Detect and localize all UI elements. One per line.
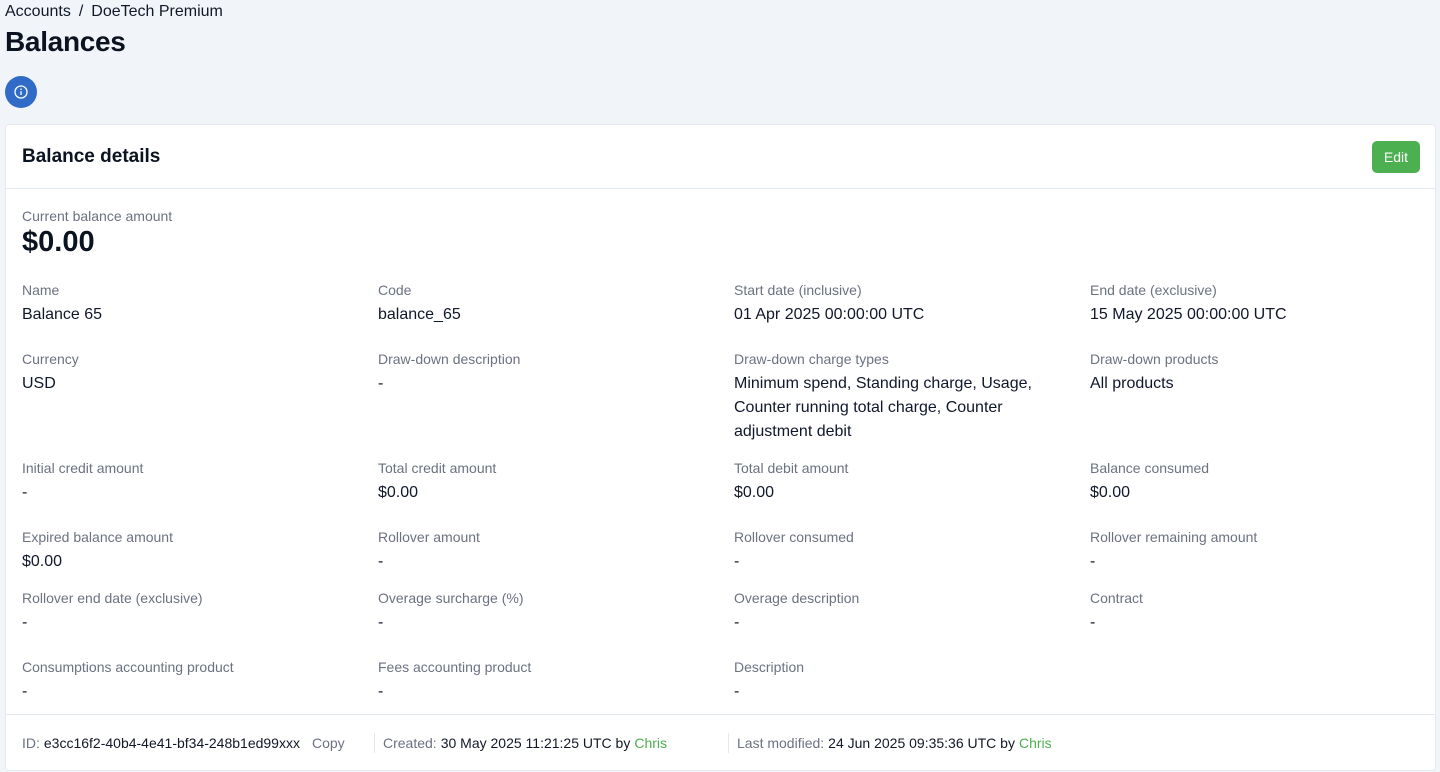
field-consumptions-product: Consumptions accounting product - bbox=[22, 658, 352, 704]
field-value: $0.00 bbox=[734, 484, 775, 501]
current-balance: Current balance amount $0.00 bbox=[22, 208, 172, 259]
field-label: Description bbox=[734, 659, 805, 675]
field-value: - bbox=[378, 683, 384, 700]
field-label: Total debit amount bbox=[734, 460, 849, 476]
current-balance-amount: $0.00 bbox=[22, 226, 95, 258]
field-rollover-remaining: Rollover remaining amount - bbox=[1090, 528, 1420, 574]
id-label: ID: bbox=[22, 734, 40, 751]
field-contract: Contract - bbox=[1090, 589, 1420, 635]
edit-button[interactable]: Edit bbox=[1371, 140, 1420, 173]
field-value: - bbox=[734, 553, 740, 570]
current-balance-label: Current balance amount bbox=[22, 208, 173, 224]
field-value: - bbox=[734, 683, 740, 700]
field-value: All products bbox=[1090, 375, 1174, 392]
field-overage-description: Overage description - bbox=[734, 589, 1064, 635]
modified-label: Last modified: bbox=[737, 734, 825, 751]
field-rollover-consumed: Rollover consumed - bbox=[734, 528, 1064, 574]
footer-created: Created: 30 May 2025 11:21:25 UTC by Chr… bbox=[375, 735, 728, 751]
field-value: - bbox=[22, 484, 28, 501]
breadcrumb: Accounts / DoeTech Premium bbox=[5, 3, 223, 21]
footer-modified: Last modified: 24 Jun 2025 09:35:36 UTC … bbox=[729, 735, 1052, 751]
field-label: Overage description bbox=[734, 590, 860, 606]
breadcrumb-accounts[interactable]: Accounts bbox=[5, 3, 71, 21]
field-value: - bbox=[378, 614, 384, 631]
field-value: $0.00 bbox=[378, 484, 419, 501]
field-total-credit: Total credit amount $0.00 bbox=[378, 459, 708, 505]
field-label: Fees accounting product bbox=[378, 659, 532, 675]
id-value: e3cc16f2-40b4-4e41-bf34-248b1ed99xxx bbox=[43, 734, 300, 751]
card-header: Balance details Edit bbox=[6, 125, 1435, 189]
field-value: - bbox=[1090, 614, 1096, 631]
field-label: Overage surcharge (%) bbox=[378, 590, 524, 606]
balance-details-card: Balance details Edit Current balance amo… bbox=[5, 124, 1436, 771]
field-value: - bbox=[1090, 553, 1096, 570]
created-value: 30 May 2025 11:21:25 UTC by bbox=[440, 734, 631, 751]
field-rollover-amount: Rollover amount - bbox=[378, 528, 708, 574]
field-label: Contract bbox=[1090, 590, 1143, 606]
field-value: Minimum spend, Standing charge, Usage, C… bbox=[734, 375, 1032, 440]
field-label: Rollover consumed bbox=[734, 529, 854, 545]
field-label: Total credit amount bbox=[378, 460, 497, 476]
field-description: Description - bbox=[734, 658, 1064, 704]
field-end-date: End date (exclusive) 15 May 2025 00:00:0… bbox=[1090, 281, 1420, 327]
field-code: Code balance_65 bbox=[378, 281, 708, 327]
modified-by-link[interactable]: Chris bbox=[1019, 735, 1052, 751]
field-label: Consumptions accounting product bbox=[22, 659, 234, 675]
field-label: Draw-down products bbox=[1090, 351, 1219, 367]
field-value: - bbox=[22, 614, 28, 631]
field-label: Balance consumed bbox=[1090, 460, 1210, 476]
field-expired-balance: Expired balance amount $0.00 bbox=[22, 528, 352, 574]
breadcrumb-account[interactable]: DoeTech Premium bbox=[91, 3, 223, 21]
field-name: Name Balance 65 bbox=[22, 281, 352, 327]
field-value: - bbox=[378, 375, 384, 392]
field-value: Balance 65 bbox=[22, 306, 103, 323]
field-overage-surcharge: Overage surcharge (%) - bbox=[378, 589, 708, 635]
field-label: Draw-down charge types bbox=[734, 351, 889, 367]
field-value: - bbox=[22, 683, 28, 700]
field-drawdown-description: Draw-down description - bbox=[378, 350, 708, 396]
info-button[interactable] bbox=[5, 76, 37, 108]
card-footer: ID: e3cc16f2-40b4-4e41-bf34-248b1ed99xxx… bbox=[6, 714, 1435, 770]
field-value: 15 May 2025 00:00:00 UTC bbox=[1090, 306, 1287, 323]
field-value: $0.00 bbox=[1090, 484, 1131, 501]
field-label: Rollover remaining amount bbox=[1090, 529, 1258, 545]
field-value: - bbox=[378, 553, 384, 570]
field-value: USD bbox=[22, 375, 56, 392]
card-title: Balance details bbox=[22, 145, 161, 167]
field-label: Draw-down description bbox=[378, 351, 521, 367]
field-fees-product: Fees accounting product - bbox=[378, 658, 708, 704]
created-label: Created: bbox=[383, 734, 437, 751]
field-drawdown-charge-types: Draw-down charge types Minimum spend, St… bbox=[734, 350, 1054, 444]
field-drawdown-products: Draw-down products All products bbox=[1090, 350, 1420, 396]
breadcrumb-separator: / bbox=[78, 3, 84, 20]
field-value: - bbox=[734, 614, 740, 631]
field-value: 01 Apr 2025 00:00:00 UTC bbox=[734, 306, 925, 323]
field-label: Name bbox=[22, 282, 60, 298]
field-value: balance_65 bbox=[378, 306, 461, 323]
field-balance-consumed: Balance consumed $0.00 bbox=[1090, 459, 1420, 505]
field-label: Currency bbox=[22, 351, 79, 367]
field-label: Start date (inclusive) bbox=[734, 282, 862, 298]
created-by-link[interactable]: Chris bbox=[634, 735, 667, 751]
field-label: Rollover amount bbox=[378, 529, 480, 545]
field-currency: Currency USD bbox=[22, 350, 352, 396]
field-total-debit: Total debit amount $0.00 bbox=[734, 459, 1064, 505]
field-label: Initial credit amount bbox=[22, 460, 144, 476]
page-title: Balances bbox=[5, 26, 126, 57]
copy-button[interactable]: Copy bbox=[312, 735, 345, 751]
field-label: Expired balance amount bbox=[22, 529, 173, 545]
field-label: End date (exclusive) bbox=[1090, 282, 1217, 298]
footer-id: ID: e3cc16f2-40b4-4e41-bf34-248b1ed99xxx… bbox=[6, 735, 374, 751]
field-start-date: Start date (inclusive) 01 Apr 2025 00:00… bbox=[734, 281, 1064, 327]
field-label: Rollover end date (exclusive) bbox=[22, 590, 203, 606]
field-initial-credit: Initial credit amount - bbox=[22, 459, 352, 505]
info-icon bbox=[14, 85, 28, 99]
field-rollover-end-date: Rollover end date (exclusive) - bbox=[22, 589, 352, 635]
modified-value: 24 Jun 2025 09:35:36 UTC by bbox=[828, 734, 1015, 751]
field-label: Code bbox=[378, 282, 412, 298]
field-value: $0.00 bbox=[22, 553, 63, 570]
